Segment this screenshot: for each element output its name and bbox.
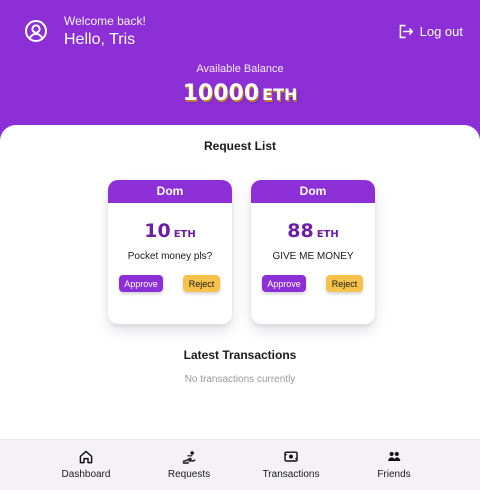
request-unit: ETH <box>316 229 339 240</box>
approve-button[interactable]: Approve <box>262 275 306 292</box>
latest-transactions-title: Latest Transactions <box>183 348 297 362</box>
balance-value: 10000 <box>182 81 260 106</box>
request-message: GIVE ME MONEY <box>272 251 354 262</box>
balance-label: Available Balance <box>196 63 284 75</box>
friends-icon <box>388 451 401 461</box>
request-card: Dom 10 ETH Pocket money pls? Approve Reje… <box>108 180 232 324</box>
nav-label: Dashboard <box>61 469 111 480</box>
available-balance: 10000 ETH <box>0 81 480 106</box>
logout-label: Log out <box>419 23 463 39</box>
nav-label: Transactions <box>262 469 320 480</box>
nav-requests[interactable]: Requests <box>144 447 234 485</box>
nav-dashboard[interactable]: Dashboard <box>41 447 131 485</box>
request-sender: Dom <box>108 180 232 203</box>
nav-label: Friends <box>377 469 411 480</box>
request-sender: Dom <box>251 180 375 203</box>
request-unit: ETH <box>173 229 196 240</box>
logout-button[interactable]: Log out <box>397 22 463 40</box>
request-amount: 88 <box>287 220 314 242</box>
transactions-icon <box>284 451 298 462</box>
approve-button[interactable]: Approve <box>119 275 163 292</box>
main-content: Request List Dom 10 ETH Pocket money pls?… <box>0 125 480 440</box>
nav-label: Requests <box>167 469 211 480</box>
bottom-navigation: Dashboard Requests Transactions Friends <box>0 439 480 490</box>
request-card: Dom 88 ETH GIVE ME MONEY Approve Reject <box>251 180 375 324</box>
user-avatar-icon[interactable] <box>24 19 48 43</box>
nav-transactions[interactable]: Transactions <box>246 447 336 485</box>
request-list-title: Request List <box>203 139 276 153</box>
welcome-text: Welcome back! <box>64 14 146 28</box>
requests-icon <box>182 451 196 464</box>
home-icon <box>79 450 93 464</box>
balance-unit: ETH <box>262 85 298 104</box>
empty-transactions-message: No transactions currently <box>184 374 296 385</box>
app-header: Welcome back! Hello, Tris Log out Availa… <box>0 0 480 140</box>
request-amount: 10 <box>144 220 171 242</box>
nav-friends[interactable]: Friends <box>349 447 439 485</box>
request-message: Pocket money pls? <box>127 251 213 262</box>
logout-icon <box>399 24 413 38</box>
reject-button[interactable]: Reject <box>326 275 363 292</box>
request-amount-row: 10 ETH <box>108 220 232 243</box>
request-amount-row: 88 ETH <box>251 220 375 243</box>
greeting: Hello, Tris <box>64 31 136 48</box>
reject-button[interactable]: Reject <box>183 275 220 292</box>
